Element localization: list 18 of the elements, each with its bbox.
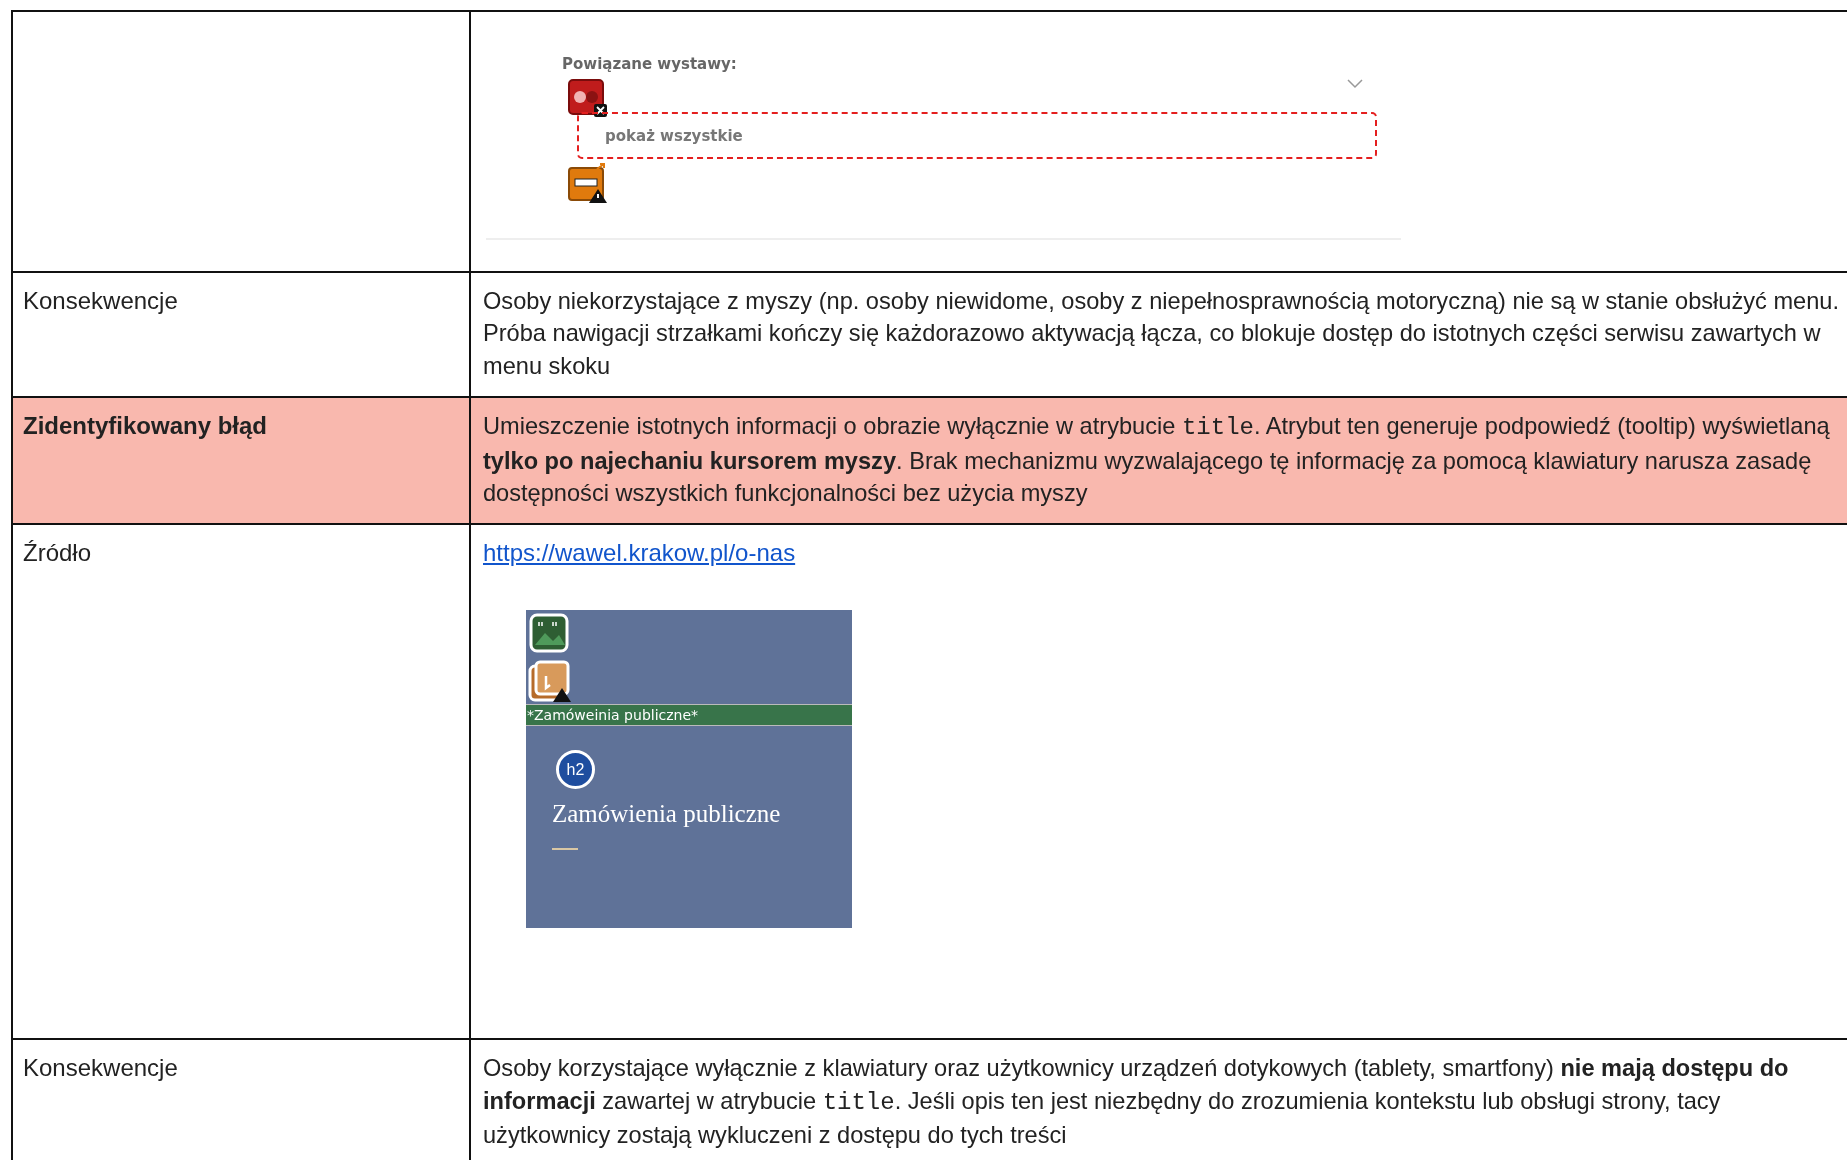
panel-title: Powiązane wystawy: [562, 55, 737, 73]
error-image-icon [568, 79, 608, 117]
row-label: Zidentyfikowany błąd [23, 411, 269, 442]
heading-badge: h2 [556, 750, 595, 790]
row-label: Konsekwencje [23, 1053, 179, 1084]
image-icon [529, 613, 571, 654]
pointer-warning-icon [528, 660, 572, 703]
paragraph-text: Osoby korzystające wyłącznie z klawiatury oraz użytkownicy urządzeń dotykowych (tablety, smartfony) nie mają dostępu do informacji zawartej w atrybucie title. Jeśli opis ten jest niezbędny do zrozumienia kontekstu lub obsługi strony, tacy użytkownicy zostają wykluczeni z dostępu do tych treści [483, 1054, 1790, 1151]
paragraph-text: Umieszczenie istotnych informacji o obrazie wyłącznie w atrybucie title. Atrybut ten generuje podpowiedź (tooltip) wyświetlaną tylko po najechaniu kursorem myszy. Brak mechanizmu wyzwalającego tę informację za pomocą klawiatury narusza zasadę dostępności wszystkich funkcjonalności bez użycia myszy [483, 412, 1831, 509]
heading-text: Zamówienia publiczne [552, 800, 781, 829]
chevron-down-icon [1347, 79, 1363, 89]
heading-underline [552, 848, 578, 851]
paragraph-text: Osoby niekorzystające z myszy (np. osoby niewidome, osoby z niepełnosprawnością motoryczną) nie są w stanie obsłużyć menu. Próba nawigacji strzałkami kończy się każdorazowo aktywacją łącza, co blokuje dostęp do istotnych części serwisu zawartych w menu skoku [483, 287, 1840, 381]
row-label: Źródło [23, 538, 93, 569]
show-all-button[interactable]: pokaż wszystkie [577, 112, 1377, 159]
row-label: Konsekwencje [23, 286, 179, 316]
label-bar: *Zamóweinia publiczne* [526, 704, 852, 727]
source-link[interactable]: https://wawel.krakow.pl/o-nas [483, 539, 796, 567]
